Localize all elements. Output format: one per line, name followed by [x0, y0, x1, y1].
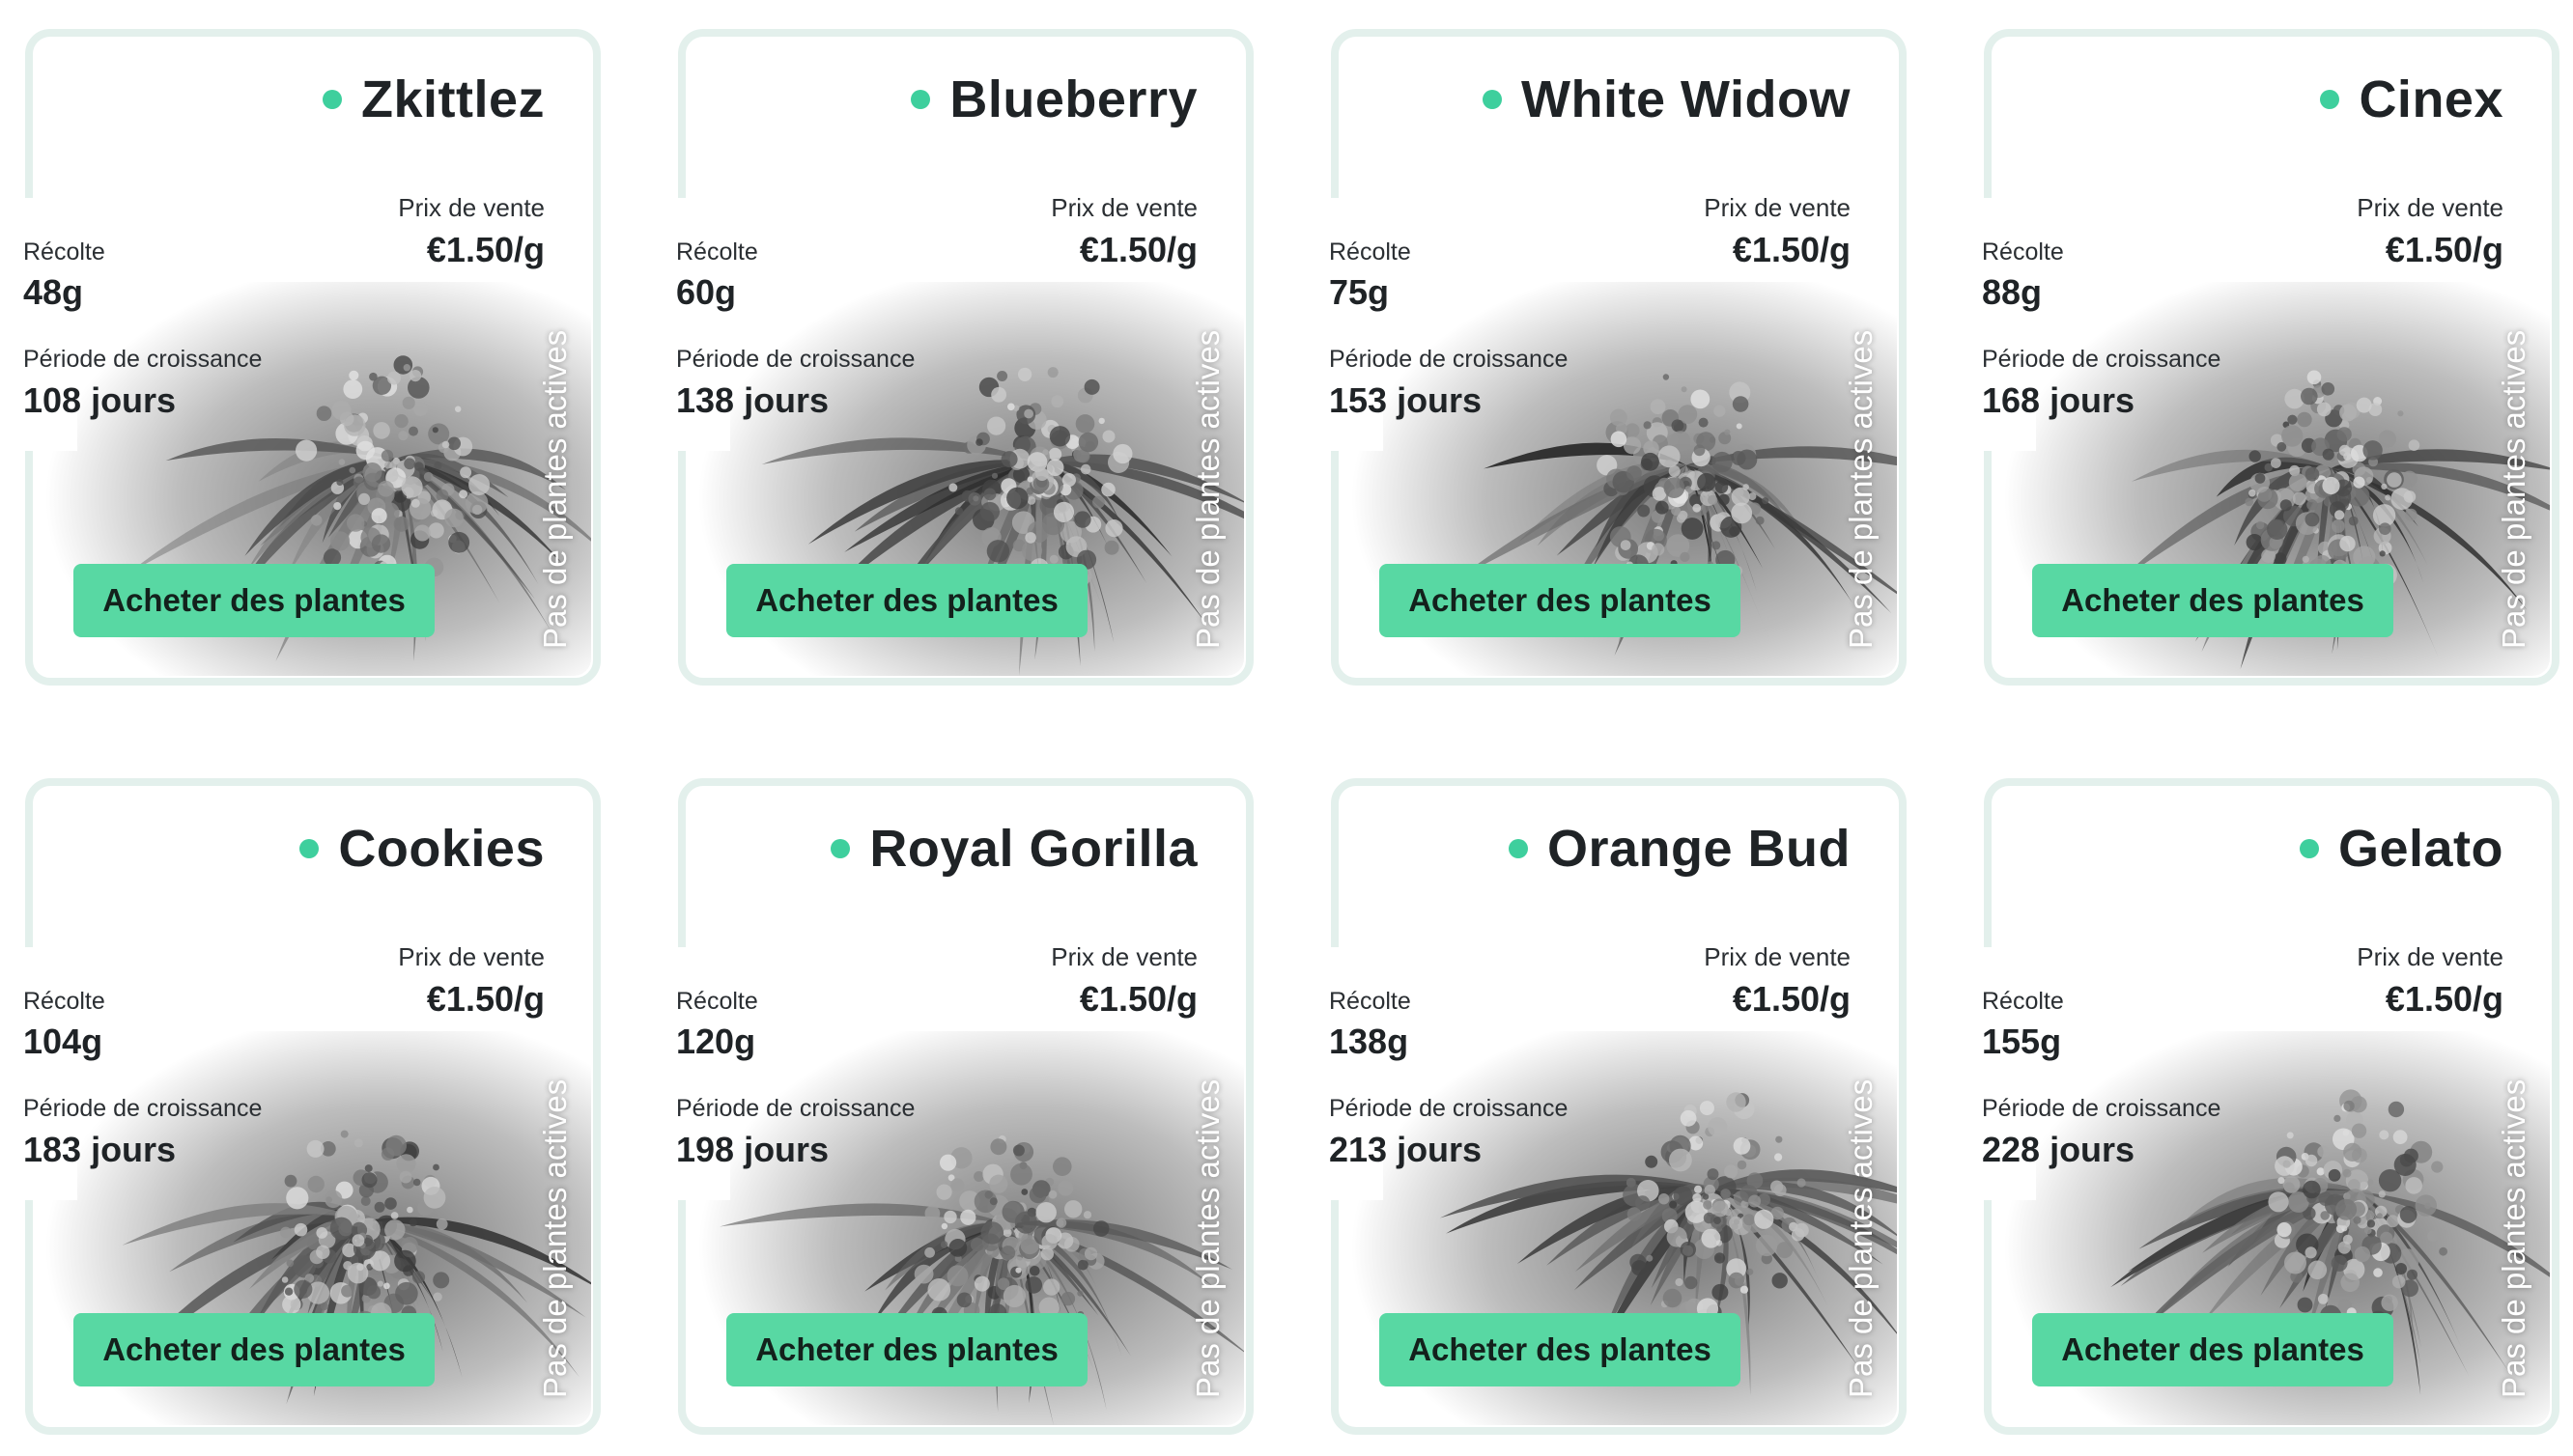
status-dot — [322, 90, 342, 109]
harvest-value: 120g — [676, 1022, 756, 1061]
buy-plants-button[interactable]: Acheter des plantes — [1379, 1313, 1740, 1386]
growth-period-value: 108 jours — [23, 380, 177, 420]
harvest-label: Récolte — [1329, 988, 1411, 1015]
no-active-plants-label: Pas de plantes actives — [1190, 1078, 1226, 1399]
harvest-value: 75g — [1329, 272, 1390, 312]
no-active-plants-label: Pas de plantes actives — [1190, 329, 1226, 650]
price-label: Prix de vente — [398, 193, 545, 222]
no-active-plants-label: Pas de plantes actives — [1843, 1078, 1879, 1399]
strain-card: Cookies Prix de vente €1.50/g Récolte 10… — [19, 778, 601, 1435]
status-dot — [911, 90, 931, 109]
price-label: Prix de vente — [1051, 193, 1198, 222]
price-value: €1.50/g — [426, 979, 545, 1019]
strain-card: Royal Gorilla Prix de vente €1.50/g Réco… — [672, 778, 1254, 1435]
buy-plants-button[interactable]: Acheter des plantes — [73, 1313, 435, 1386]
card-header: Cinex — [2320, 70, 2503, 129]
growth-period-value: 153 jours — [1329, 380, 1483, 420]
status-dot — [2320, 90, 2340, 109]
price-value: €1.50/g — [2385, 230, 2503, 269]
strain-card: Zkittlez Prix de vente €1.50/g Récolte 4… — [19, 29, 601, 686]
harvest-value: 138g — [1329, 1022, 1409, 1061]
growth-period-value: 183 jours — [23, 1130, 177, 1169]
buy-plants-button[interactable]: Acheter des plantes — [726, 564, 1088, 637]
strain-card: Blueberry Prix de vente €1.50/g Récolte … — [672, 29, 1254, 686]
card-header: Royal Gorilla — [831, 819, 1198, 879]
growth-period-label: Période de croissance — [676, 1095, 916, 1122]
growth-period-value: 138 jours — [676, 380, 830, 420]
growth-period-label: Période de croissance — [1329, 346, 1569, 373]
strain-name: Royal Gorilla — [869, 820, 1198, 878]
no-active-plants-label: Pas de plantes actives — [1843, 329, 1879, 650]
status-dot — [1508, 839, 1528, 858]
growth-period-value: 228 jours — [1982, 1130, 2135, 1169]
strain-name: Blueberry — [949, 70, 1198, 128]
price-value: €1.50/g — [1079, 230, 1198, 269]
price-label: Prix de vente — [1051, 942, 1198, 971]
price-value: €1.50/g — [1732, 979, 1851, 1019]
growth-period-label: Période de croissance — [676, 346, 916, 373]
card-header: Zkittlez — [322, 70, 545, 129]
growth-period-value: 213 jours — [1329, 1130, 1483, 1169]
no-active-plants-label: Pas de plantes actives — [2496, 329, 2531, 650]
price-label: Prix de vente — [398, 942, 545, 971]
strain-card: White Widow Prix de vente €1.50/g Récolt… — [1325, 29, 1907, 686]
price-value: €1.50/g — [2385, 979, 2503, 1019]
card-header: Cookies — [299, 819, 545, 879]
growth-period-value: 198 jours — [676, 1130, 830, 1169]
strain-card: Cinex Prix de vente €1.50/g Récolte 88g … — [1978, 29, 2559, 686]
no-active-plants-label: Pas de plantes actives — [537, 329, 573, 650]
status-dot — [299, 839, 320, 858]
buy-plants-button[interactable]: Acheter des plantes — [1379, 564, 1740, 637]
growth-period-label: Période de croissance — [23, 1095, 263, 1122]
harvest-value: 155g — [1982, 1022, 2062, 1061]
harvest-value: 88g — [1982, 272, 2043, 312]
growth-period-label: Période de croissance — [1329, 1095, 1569, 1122]
status-dot — [1483, 90, 1503, 109]
no-active-plants-label: Pas de plantes actives — [537, 1078, 573, 1399]
strain-name: Zkittlez — [360, 70, 545, 128]
harvest-label: Récolte — [676, 238, 758, 266]
price-label: Prix de vente — [1704, 193, 1851, 222]
harvest-value: 48g — [23, 272, 84, 312]
card-header: Gelato — [2299, 819, 2503, 879]
status-dot — [831, 839, 851, 858]
no-active-plants-label: Pas de plantes actives — [2496, 1078, 2531, 1399]
status-dot — [2299, 839, 2319, 858]
strain-name: Cinex — [2359, 70, 2503, 128]
buy-plants-button[interactable]: Acheter des plantes — [2032, 564, 2393, 637]
harvest-value: 60g — [676, 272, 737, 312]
harvest-label: Récolte — [23, 238, 105, 266]
harvest-label: Récolte — [1982, 238, 2064, 266]
price-label: Prix de vente — [2357, 193, 2503, 222]
growth-period-label: Période de croissance — [1982, 1095, 2221, 1122]
harvest-label: Récolte — [23, 988, 105, 1015]
buy-plants-button[interactable]: Acheter des plantes — [726, 1313, 1088, 1386]
buy-plants-button[interactable]: Acheter des plantes — [73, 564, 435, 637]
strain-name: Orange Bud — [1546, 820, 1851, 878]
harvest-label: Récolte — [676, 988, 758, 1015]
strain-card: Gelato Prix de vente €1.50/g Récolte 155… — [1978, 778, 2559, 1435]
harvest-label: Récolte — [1329, 238, 1411, 266]
growth-period-label: Période de croissance — [23, 346, 263, 373]
buy-plants-button[interactable]: Acheter des plantes — [2032, 1313, 2393, 1386]
card-header: Blueberry — [911, 70, 1198, 129]
growth-period-label: Période de croissance — [1982, 346, 2221, 373]
price-value: €1.50/g — [426, 230, 545, 269]
card-header: Orange Bud — [1508, 819, 1851, 879]
price-value: €1.50/g — [1732, 230, 1851, 269]
strain-name: White Widow — [1521, 70, 1851, 128]
strain-card: Orange Bud Prix de vente €1.50/g Récolte… — [1325, 778, 1907, 1435]
growth-period-value: 168 jours — [1982, 380, 2135, 420]
strain-name: Cookies — [338, 820, 545, 878]
strain-name: Gelato — [2337, 820, 2503, 878]
price-label: Prix de vente — [1704, 942, 1851, 971]
card-header: White Widow — [1483, 70, 1851, 129]
harvest-value: 104g — [23, 1022, 103, 1061]
price-label: Prix de vente — [2357, 942, 2503, 971]
harvest-label: Récolte — [1982, 988, 2064, 1015]
price-value: €1.50/g — [1079, 979, 1198, 1019]
